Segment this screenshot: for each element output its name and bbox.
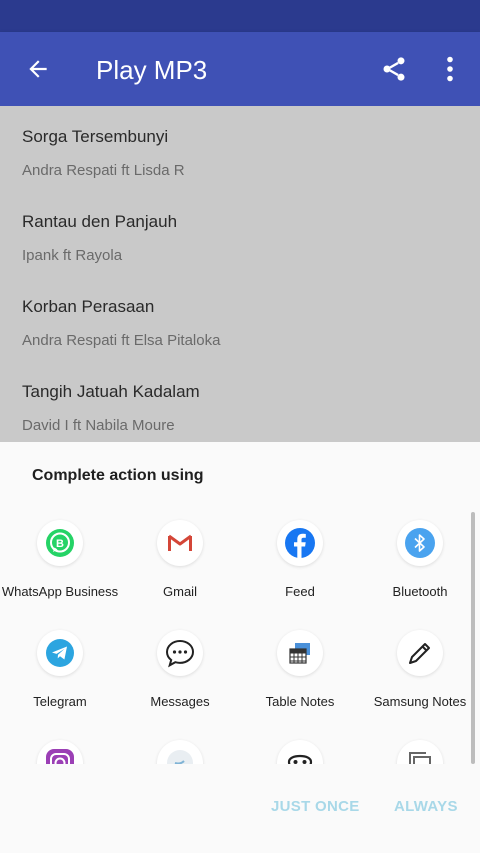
status-bar bbox=[0, 0, 480, 32]
app-label: Table Notes bbox=[265, 694, 335, 709]
more-options-button[interactable] bbox=[428, 45, 472, 93]
sheet-title: Complete action using bbox=[32, 467, 204, 484]
song-artist: Andra Respati ft Elsa Pitaloka bbox=[22, 332, 221, 349]
app-twitter[interactable] bbox=[120, 734, 240, 764]
app-mask[interactable] bbox=[240, 734, 360, 764]
app-label: Feed bbox=[285, 584, 315, 599]
song-title: Korban Perasaan bbox=[22, 297, 155, 316]
list-item[interactable]: Rantau den Panjauh Ipank ft Rayola bbox=[0, 191, 480, 276]
list-item[interactable]: Sorga Tersembunyi Andra Respati ft Lisda… bbox=[0, 106, 480, 191]
song-artist: Andra Respati ft Lisda R bbox=[22, 162, 185, 179]
app-copy[interactable] bbox=[360, 734, 480, 764]
app-bluetooth[interactable]: Bluetooth bbox=[360, 514, 480, 624]
always-button[interactable]: ALWAYS bbox=[394, 798, 458, 815]
song-artist: Ipank ft Rayola bbox=[22, 247, 123, 264]
app-whatsapp-business[interactable]: B WhatsApp Business bbox=[0, 514, 120, 624]
app-telegram[interactable]: Telegram bbox=[0, 624, 120, 734]
app-label: Telegram bbox=[33, 694, 87, 709]
page-title: Play MP3 bbox=[96, 55, 208, 85]
just-once-button[interactable]: JUST ONCE bbox=[271, 798, 360, 815]
share-button[interactable] bbox=[370, 45, 418, 93]
list-item[interactable]: Tangih Jatuah Kadalam David I ft Nabila … bbox=[0, 361, 480, 442]
app-grid: B WhatsApp Business Gmail Feed Bluetooth… bbox=[0, 514, 480, 764]
song-list: Sorga Tersembunyi Andra Respati ft Lisda… bbox=[0, 106, 480, 442]
app-label: Gmail bbox=[163, 584, 197, 599]
telegram-icon bbox=[37, 630, 83, 676]
scrollbar[interactable] bbox=[471, 512, 475, 764]
app-gmail[interactable]: Gmail bbox=[120, 514, 240, 624]
whatsapp-business-icon: B bbox=[37, 520, 83, 566]
app-instagram[interactable] bbox=[0, 734, 120, 764]
app-messages[interactable]: Messages bbox=[120, 624, 240, 734]
song-title: Rantau den Panjauh bbox=[22, 212, 178, 231]
copy-icon bbox=[397, 740, 443, 764]
app-label: Messages bbox=[150, 694, 210, 709]
song-artist: David I ft Nabila Moure bbox=[22, 417, 175, 434]
song-title: Sorga Tersembunyi bbox=[22, 127, 169, 146]
messages-icon bbox=[157, 630, 203, 676]
samsung-notes-icon bbox=[397, 630, 443, 676]
share-sheet: Complete action using B WhatsApp Busines… bbox=[0, 442, 480, 853]
back-arrow-icon bbox=[29, 60, 47, 78]
bluetooth-icon bbox=[397, 520, 443, 566]
table-notes-icon bbox=[277, 630, 323, 676]
app-label: Bluetooth bbox=[392, 584, 448, 599]
more-vert-icon bbox=[447, 56, 453, 82]
gmail-icon bbox=[157, 520, 203, 566]
app-feed[interactable]: Feed bbox=[240, 514, 360, 624]
instagram-icon bbox=[37, 740, 83, 764]
twitter-icon bbox=[157, 740, 203, 764]
app-bar: Play MP3 bbox=[0, 32, 480, 106]
mask-icon bbox=[277, 740, 323, 764]
facebook-icon bbox=[277, 520, 323, 566]
app-table-notes[interactable]: Table Notes bbox=[240, 624, 360, 734]
app-label: WhatsApp Business bbox=[1, 584, 119, 599]
list-item[interactable]: Korban Perasaan Andra Respati ft Elsa Pi… bbox=[0, 276, 480, 361]
svg-text:B: B bbox=[56, 538, 64, 550]
app-samsung-notes[interactable]: Samsung Notes bbox=[360, 624, 480, 734]
share-icon bbox=[383, 57, 405, 81]
back-button[interactable] bbox=[14, 45, 62, 93]
song-title: Tangih Jatuah Kadalam bbox=[22, 382, 200, 401]
app-label: Samsung Notes bbox=[373, 694, 467, 709]
